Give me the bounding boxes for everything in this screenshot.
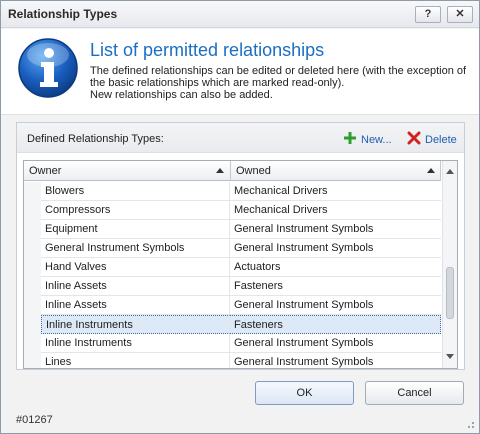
- row-indicator[interactable]: [24, 258, 41, 277]
- column-header-owner[interactable]: Owner: [24, 161, 231, 181]
- help-button[interactable]: ?: [415, 6, 441, 23]
- table-row[interactable]: Lines General Instrument Symbols: [24, 353, 441, 368]
- description-line: The defined relationships can be edited …: [90, 65, 467, 77]
- vertical-scrollbar[interactable]: [442, 161, 457, 368]
- sort-ascending-icon: [427, 168, 435, 173]
- owned-cell[interactable]: General Instrument Symbols: [230, 353, 441, 368]
- owned-cell[interactable]: General Instrument Symbols: [230, 334, 441, 353]
- header-panel: List of permitted relationships The defi…: [1, 29, 479, 115]
- status-text: #01267: [16, 414, 53, 426]
- table-row[interactable]: Equipment General Instrument Symbols: [24, 220, 441, 239]
- row-indicator[interactable]: [24, 201, 41, 220]
- delete-button-label: Delete: [425, 134, 457, 146]
- grid-header: Owner Owned: [24, 161, 441, 181]
- owned-cell[interactable]: General Instrument Symbols: [230, 220, 441, 239]
- scroll-down-icon[interactable]: [446, 354, 454, 359]
- description-line: the basic relationships which are marked…: [90, 77, 345, 89]
- row-indicator[interactable]: [24, 353, 41, 368]
- owned-cell[interactable]: General Instrument Symbols: [230, 296, 441, 315]
- relationship-grid[interactable]: Owner Owned Blowers Mechanical Drivers Com…: [23, 160, 458, 369]
- relationship-types-group: Defined Relationship Types: New... Delet…: [16, 122, 465, 370]
- close-button[interactable]: ✕: [447, 6, 473, 23]
- owned-cell[interactable]: Fasteners: [230, 315, 441, 334]
- table-row[interactable]: Hand Valves Actuators: [24, 258, 441, 277]
- row-indicator[interactable]: [24, 182, 41, 201]
- owner-cell[interactable]: Inline Assets: [41, 277, 230, 296]
- table-row[interactable]: Inline Assets General Instrument Symbols: [24, 296, 441, 315]
- red-x-icon: [407, 131, 421, 145]
- owner-cell[interactable]: Equipment: [41, 220, 230, 239]
- header-title: List of permitted relationships: [90, 40, 325, 60]
- column-header-label: Owner: [29, 165, 62, 177]
- grid-rows: Blowers Mechanical Drivers Compressors Mech…: [24, 182, 441, 368]
- table-row[interactable]: Inline Instruments General Instrument Sym…: [24, 334, 441, 353]
- title-bar[interactable]: Relationship Types ? ✕: [1, 1, 479, 28]
- owner-cell[interactable]: Inline Instruments: [41, 334, 230, 353]
- owned-cell[interactable]: Mechanical Drivers: [230, 201, 441, 220]
- table-row[interactable]: Inline Assets Fasteners: [24, 277, 441, 296]
- window-title: Relationship Types: [8, 7, 118, 21]
- row-indicator[interactable]: [24, 296, 41, 315]
- info-icon: [18, 38, 78, 98]
- plus-icon: [344, 132, 356, 144]
- scrollbar-thumb[interactable]: [446, 267, 454, 319]
- owner-cell[interactable]: Hand Valves: [41, 258, 230, 277]
- owned-cell[interactable]: Actuators: [230, 258, 441, 277]
- cancel-button[interactable]: Cancel: [365, 381, 464, 405]
- row-indicator[interactable]: [24, 220, 41, 239]
- group-header: Defined Relationship Types: New... Delet…: [17, 123, 464, 153]
- owner-cell[interactable]: Inline Assets: [41, 296, 230, 315]
- column-header-owned[interactable]: Owned: [231, 161, 441, 181]
- column-header-label: Owned: [236, 165, 271, 177]
- table-row[interactable]: General Instrument Symbols General Instru…: [24, 239, 441, 258]
- resize-grip-icon[interactable]: [465, 419, 475, 429]
- row-indicator[interactable]: [24, 239, 41, 258]
- owner-cell[interactable]: General Instrument Symbols: [41, 239, 230, 258]
- row-indicator[interactable]: [24, 334, 41, 353]
- table-row[interactable]: Inline Instruments Fasteners: [24, 315, 441, 334]
- table-row[interactable]: Blowers Mechanical Drivers: [24, 182, 441, 201]
- table-row[interactable]: Compressors Mechanical Drivers: [24, 201, 441, 220]
- new-button-label: New...: [361, 134, 392, 146]
- row-indicator[interactable]: [24, 315, 41, 334]
- owned-cell[interactable]: General Instrument Symbols: [230, 239, 441, 258]
- owned-cell[interactable]: Fasteners: [230, 277, 441, 296]
- owner-cell[interactable]: Lines: [41, 353, 230, 368]
- owned-cell[interactable]: Mechanical Drivers: [230, 182, 441, 201]
- dialog-window: Relationship Types ? ✕ List of permitted…: [0, 0, 480, 434]
- owner-cell[interactable]: Compressors: [41, 201, 230, 220]
- ok-button[interactable]: OK: [255, 381, 354, 405]
- sort-ascending-icon: [216, 168, 224, 173]
- header-description: The defined relationships can be edited …: [90, 65, 470, 101]
- owner-cell[interactable]: Inline Instruments: [41, 315, 230, 334]
- description-line: New relationships can also be added.: [90, 89, 273, 101]
- scroll-up-icon[interactable]: [446, 169, 454, 174]
- row-indicator[interactable]: [24, 277, 41, 296]
- owner-cell[interactable]: Blowers: [41, 182, 230, 201]
- group-label: Defined Relationship Types:: [27, 133, 164, 145]
